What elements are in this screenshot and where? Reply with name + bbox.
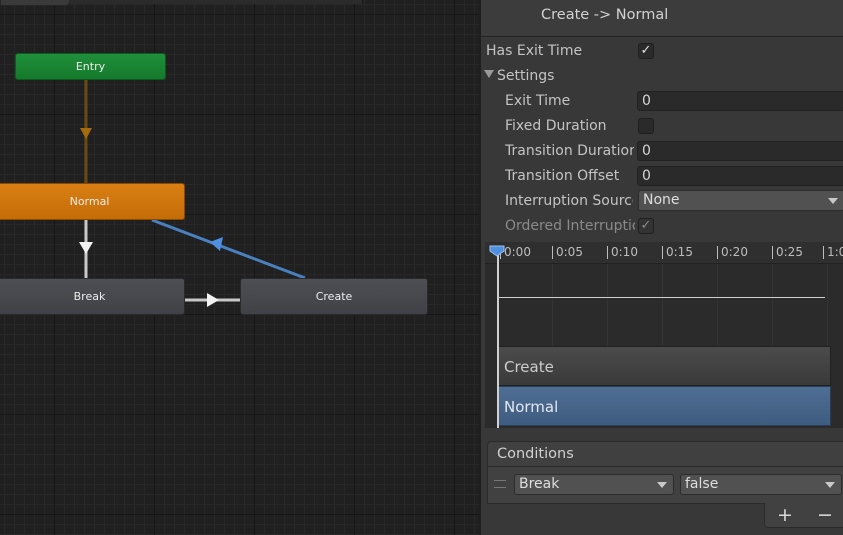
timeline-tick: 0:20 xyxy=(717,246,748,259)
animator-graph[interactable]: Entry Normal Break Create xyxy=(0,0,479,535)
transition-title: Create -> Normal xyxy=(541,7,669,23)
timeline-tick: 0:15 xyxy=(662,246,693,259)
exit-time-label: Exit Time xyxy=(505,93,571,109)
condition-value-value: false xyxy=(685,476,719,492)
timeline-tick: 0:25 xyxy=(772,246,803,259)
transition-inspector: Create -> Normal Has Exit Time ✓ Setting… xyxy=(479,0,843,535)
state-create[interactable]: Create xyxy=(240,278,428,315)
fixed-duration-label: Fixed Duration xyxy=(505,118,607,134)
has-exit-time-checkbox[interactable]: ✓ xyxy=(638,43,654,59)
chevron-down-icon xyxy=(828,198,838,204)
timeline-tick: 1:00 xyxy=(823,246,843,259)
conditions-footer: + − xyxy=(764,503,843,528)
transition-offset-field[interactable]: 0 xyxy=(637,166,843,186)
playhead[interactable] xyxy=(497,248,499,428)
conditions-list: Conditions Break false + − xyxy=(487,441,843,531)
state-entry[interactable]: Entry xyxy=(15,53,166,80)
state-normal[interactable]: Normal xyxy=(0,183,185,220)
transition-duration-label: Transition Duration xyxy=(505,143,634,159)
transition-curve xyxy=(498,297,825,298)
chevron-down-icon xyxy=(825,482,835,488)
ordered-interruption-label: Ordered Interruption xyxy=(505,218,635,234)
playhead-marker-icon[interactable] xyxy=(489,245,505,257)
inspector-header: Create -> Normal xyxy=(481,0,843,37)
transition-timeline[interactable]: 0:00 0:05 0:10 0:15 0:20 0:25 1:00 Creat… xyxy=(485,242,843,428)
interruption-source-dropdown[interactable]: None xyxy=(638,190,843,211)
exit-time-field[interactable]: 0 xyxy=(637,91,843,111)
interruption-source-value: None xyxy=(643,192,680,208)
transition-create-normal[interactable] xyxy=(151,218,306,280)
remove-condition-button[interactable]: − xyxy=(817,505,833,525)
conditions-title: Conditions xyxy=(497,446,574,462)
transition-arrow-icon xyxy=(80,128,92,139)
condition-parameter-value: Break xyxy=(519,476,560,492)
condition-parameter-dropdown[interactable]: Break xyxy=(514,474,674,495)
timeline-tick: 0:05 xyxy=(552,246,583,259)
foldout-arrow-icon xyxy=(484,70,494,78)
condition-value-dropdown[interactable]: false xyxy=(680,474,842,495)
timeline-ruler[interactable]: 0:00 0:05 0:10 0:15 0:20 0:25 1:00 xyxy=(485,242,843,264)
drag-handle-icon[interactable] xyxy=(494,480,506,488)
transition-offset-label: Transition Offset xyxy=(505,168,620,184)
timeline-tick: 0:10 xyxy=(607,246,638,259)
interruption-source-label: Interruption Source xyxy=(505,193,633,209)
state-break[interactable]: Break xyxy=(0,278,185,315)
chevron-down-icon xyxy=(657,482,667,488)
transition-arrow-icon xyxy=(79,242,93,254)
fixed-duration-checkbox[interactable] xyxy=(638,118,654,134)
transition-curve-area[interactable] xyxy=(485,264,843,346)
condition-row[interactable]: Break false xyxy=(487,467,843,504)
settings-label: Settings xyxy=(497,68,555,84)
transition-arrow-icon xyxy=(207,293,219,307)
clip-bar-create[interactable]: Create xyxy=(498,346,831,386)
transition-duration-field[interactable]: 0 xyxy=(637,141,843,161)
clip-bar-normal[interactable]: Normal xyxy=(498,386,831,426)
has-exit-time-label: Has Exit Time xyxy=(486,43,583,59)
transition-arrows xyxy=(79,80,306,307)
ordered-interruption-checkbox: ✓ xyxy=(638,218,654,234)
add-condition-button[interactable]: + xyxy=(777,505,793,525)
settings-foldout[interactable]: Settings xyxy=(484,68,554,84)
conditions-header: Conditions xyxy=(487,441,843,467)
